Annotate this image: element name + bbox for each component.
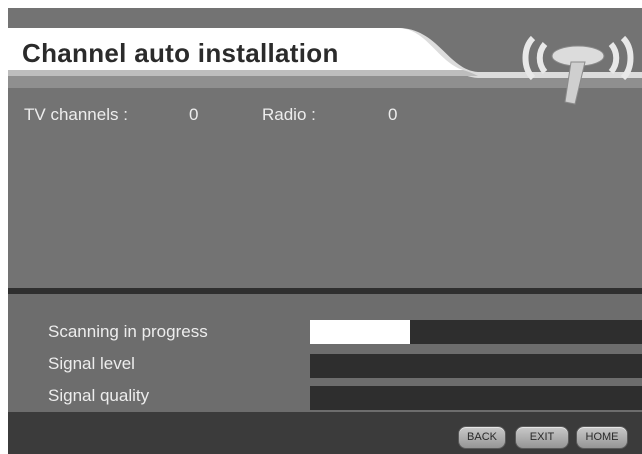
scanning-progress-fill: [310, 320, 410, 344]
antenna-signal-icon: [522, 35, 634, 105]
installation-screen: Channel auto installation TV channels : …: [8, 8, 642, 454]
scanning-progress-bar: [310, 320, 642, 344]
signal-quality-bar: [310, 386, 642, 410]
radio-count: 0: [388, 105, 398, 124]
scanning-label: Scanning in progress: [48, 322, 208, 341]
signal-level-bar: [310, 354, 642, 378]
radio-label: Radio :: [262, 105, 316, 124]
back-button[interactable]: BACK: [458, 426, 506, 449]
page-title: Channel auto installation: [22, 38, 339, 68]
tv-channels-count: 0: [189, 105, 199, 124]
signal-level-label: Signal level: [48, 354, 135, 373]
exit-button[interactable]: EXIT: [515, 426, 569, 449]
home-button[interactable]: HOME: [576, 426, 628, 449]
tv-channels-label: TV channels :: [24, 105, 128, 124]
signal-quality-label: Signal quality: [48, 386, 150, 405]
